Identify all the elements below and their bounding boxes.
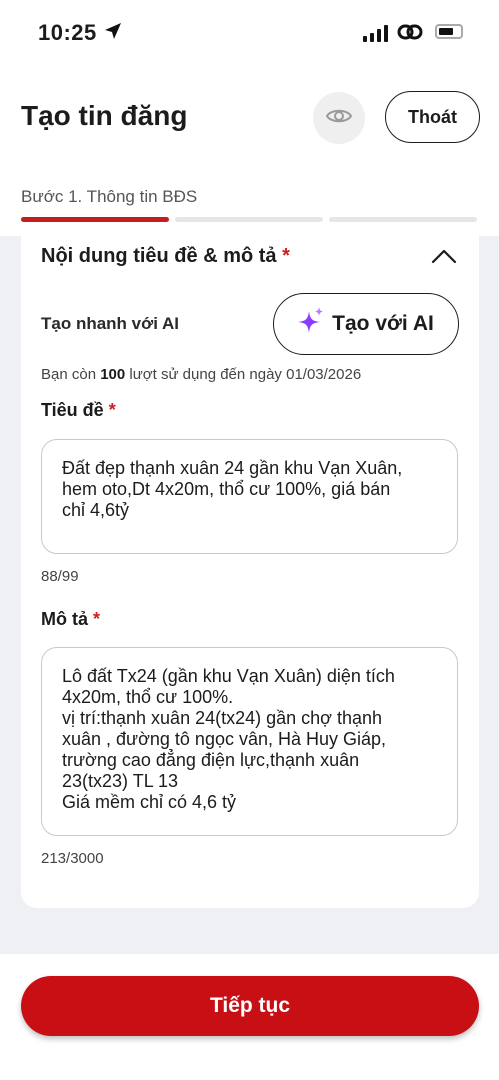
section-title-text: Nội dung tiêu đề & mô tả <box>41 245 277 267</box>
step-bar-3 <box>329 217 477 222</box>
description-textarea[interactable]: Lô đất Tx24 (gần khu Vạn Xuân) diện tích… <box>41 647 458 836</box>
description-field-label: Mô tả * <box>41 609 100 630</box>
link-icon <box>397 22 423 47</box>
chevron-up-icon[interactable] <box>431 248 457 269</box>
section-title: Nội dung tiêu đề & mô tả * <box>41 245 290 268</box>
title-field-label: Tiêu đề * <box>41 400 116 421</box>
content-section-card: Nội dung tiêu đề & mô tả * Tạo nhanh với… <box>21 236 479 908</box>
step-bar-2 <box>175 217 323 222</box>
header: Tạo tin đăng Thoát <box>0 66 499 176</box>
scroll-content[interactable]: Nội dung tiêu đề & mô tả * Tạo nhanh với… <box>0 236 499 954</box>
step-label: Bước 1. Thông tin BĐS <box>21 187 198 206</box>
eye-icon <box>325 107 353 130</box>
usage-count: 100 <box>100 366 126 383</box>
create-with-ai-label: Tạo với AI <box>332 312 434 335</box>
step-bar-1 <box>21 217 169 222</box>
create-listing-screen: 10:25 Tạo tin đăng Thoát Bước 1. Thông t… <box>0 0 499 1080</box>
description-char-counter: 213/3000 <box>41 850 104 867</box>
ai-quick-label: Tạo nhanh với AI <box>41 314 180 333</box>
required-mark: * <box>93 609 101 629</box>
status-bar: 10:25 <box>0 0 499 66</box>
preview-button[interactable] <box>313 92 365 144</box>
title-char-counter: 88/99 <box>41 568 79 585</box>
exit-button[interactable]: Thoát <box>385 91 480 143</box>
ai-usage-note: Bạn còn 100 lượt sử dụng đến ngày 01/03/… <box>41 366 361 383</box>
required-mark: * <box>108 400 116 420</box>
title-input[interactable]: Đất đẹp thạnh xuân 24 gần khu Vạn Xuân, … <box>41 439 458 554</box>
create-with-ai-button[interactable]: Tạo với AI <box>273 293 459 355</box>
continue-button[interactable]: Tiếp tục <box>21 976 479 1036</box>
required-mark: * <box>282 245 290 267</box>
description-label-text: Mô tả <box>41 609 88 629</box>
stepper: Bước 1. Thông tin BĐS <box>0 176 499 236</box>
page-title: Tạo tin đăng <box>21 100 188 131</box>
location-arrow-icon <box>104 22 122 45</box>
battery-icon <box>435 24 463 39</box>
signal-icon <box>363 24 388 42</box>
step-progress <box>21 217 477 222</box>
usage-suffix: lượt sử dụng đến ngày 01/03/2026 <box>125 366 362 383</box>
bottom-bar: Tiếp tục <box>0 954 499 1080</box>
usage-prefix: Bạn còn <box>41 366 101 383</box>
sparkle-icon <box>298 307 324 341</box>
status-time: 10:25 <box>38 20 97 45</box>
title-label-text: Tiêu đề <box>41 400 104 420</box>
